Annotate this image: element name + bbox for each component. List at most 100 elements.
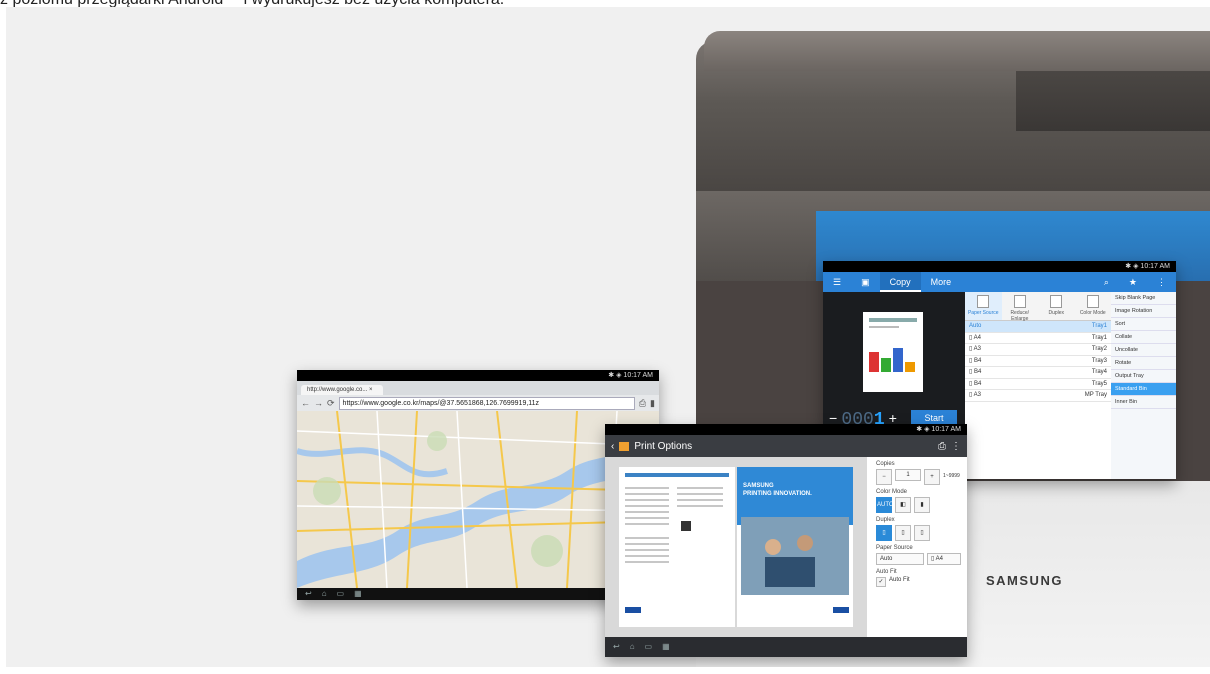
apps-grid-icon[interactable]: ▦ (354, 589, 362, 599)
advanced-option[interactable]: Standard Bin (1111, 383, 1176, 396)
print-options-tablet: ✱ ◈ 10:17 AM ‹ Print Options ⎙ ⋮ SAMSUNG… (605, 424, 967, 657)
advanced-option[interactable]: Rotate (1111, 357, 1176, 370)
auto-fit-label: Auto Fit (876, 569, 897, 575)
copy-option-3[interactable]: Color Mode (1075, 292, 1112, 320)
forward-icon[interactable]: → (314, 398, 323, 408)
back-nav-icon[interactable]: ↩ (613, 642, 620, 652)
duplex-options: ▯ ▯ ▯ (876, 525, 961, 541)
apps-grid-icon[interactable]: ▦ (662, 642, 670, 652)
copy-options-panel: Paper Source Reduce/ Enlarge Duplex Color M… (965, 292, 1111, 479)
paper-tray: Tray3 (1091, 357, 1107, 364)
status-bar: ✱ ◈ 10:17 AM (823, 261, 1176, 272)
paper-source-label: Paper Source (876, 545, 913, 551)
recent-apps-icon[interactable]: ▭ (645, 642, 653, 652)
svg-text:PRINTING INNOVATION.: PRINTING INNOVATION. (743, 491, 812, 497)
paper-size: ▯ B4 (969, 369, 982, 375)
print-options-header: ‹ Print Options ⎙ ⋮ (605, 435, 967, 457)
overflow-menu-icon[interactable]: ⋮ (951, 441, 961, 452)
copy-option-0[interactable]: Paper Source (965, 292, 1002, 320)
option-icon (1086, 295, 1099, 308)
auto-fit-checkbox[interactable]: ✓ (876, 577, 886, 587)
paper-row[interactable]: ▯ B4 Tray4 (965, 367, 1111, 379)
paper-row[interactable]: ▯ A3 Tray2 (965, 344, 1111, 356)
duplex-label: Duplex (876, 517, 895, 523)
brand-logo: SAMSUNG (986, 573, 1063, 588)
advanced-option[interactable]: Image Rotation (1111, 305, 1176, 318)
paper-size: ▯ A3 (969, 392, 981, 398)
paper-source-select[interactable]: Auto (876, 553, 924, 565)
duplex-short-edge-button[interactable]: ▯ (914, 525, 930, 541)
option-label: Paper Source (967, 310, 999, 316)
copy-option-1[interactable]: Reduce/ Enlarge (1002, 292, 1039, 322)
option-icons: Paper Source Reduce/ Enlarge Duplex Color M… (965, 292, 1112, 322)
paper-row[interactable]: Auto Tray1 (965, 321, 1111, 333)
copies-stepper: − 1 + 1~9999 (876, 469, 961, 485)
option-icon (1013, 295, 1026, 308)
paper-size: ▯ A3 (969, 346, 981, 352)
browser-toolbar: ← → ⟳ https://www.google.co.kr/maps/@37.… (297, 395, 659, 411)
url-field[interactable]: https://www.google.co.kr/maps/@37.565186… (338, 396, 635, 410)
paper-size: ▯ B4 (969, 357, 982, 364)
color-mode-auto-button[interactable]: AUTO (876, 497, 894, 513)
paper-source-list: Auto Tray1 ▯ A4 Tray1 ▯ A3 Tray2 ▯ B4 Tray3 ▯ B4… (965, 321, 1111, 402)
option-icon (1050, 295, 1063, 308)
status-time: 10:17 AM (623, 372, 653, 379)
tab-more[interactable]: More (921, 272, 962, 292)
advanced-option[interactable]: Sort (1111, 318, 1176, 331)
duplex-off-button[interactable]: ▯ (876, 525, 892, 541)
color-mode-label: Color Mode (876, 489, 908, 495)
document-thumbnail[interactable] (863, 312, 923, 392)
status-bar: ✱ ◈ 10:17 AM (605, 424, 967, 435)
paper-size: ▯ A4 (969, 334, 981, 341)
color-mode-color-button[interactable]: ◧ (895, 497, 911, 513)
paper-size: Auto (969, 323, 982, 329)
copies-input[interactable]: 1 (895, 469, 921, 481)
advanced-option[interactable]: Output Tray (1111, 370, 1176, 383)
bookmark-icon[interactable]: ▮ (650, 398, 655, 409)
refresh-icon[interactable]: ⟳ (327, 398, 335, 409)
duplex-long-edge-button[interactable]: ▯ (895, 525, 911, 541)
paper-tray: Tray1 (1091, 334, 1107, 341)
paper-size-select[interactable]: ▯ A4 (927, 553, 961, 565)
search-icon[interactable]: ⌕ (1094, 272, 1119, 292)
copy-option-2[interactable]: Duplex (1038, 292, 1075, 320)
menu-icon[interactable]: ☰ (823, 272, 851, 292)
advanced-option[interactable]: Collate (1111, 331, 1176, 344)
status-bar: ✱ ◈ 10:17 AM (297, 370, 659, 381)
app-icon: ▣ (861, 277, 870, 287)
paper-tray: Tray5 (1091, 380, 1107, 387)
advanced-option[interactable]: Uncollate (1111, 344, 1176, 357)
option-label: Reduce/ Enlarge (1010, 310, 1030, 322)
recent-apps-icon[interactable]: ▭ (337, 589, 345, 599)
paper-row[interactable]: ▯ B4 Tray5 (965, 379, 1111, 390)
paper-row[interactable]: ▯ A3 MP Tray (965, 390, 1111, 402)
back-icon[interactable]: ‹ (611, 441, 614, 452)
color-mode-mono-button[interactable]: ▮ (914, 497, 930, 513)
copies-decrement-button[interactable]: − (876, 469, 892, 485)
overflow-menu-icon[interactable]: ⋮ (1147, 272, 1176, 292)
paper-row[interactable]: ▯ B4 Tray3 (965, 356, 1111, 367)
paper-tray: Tray2 (1091, 346, 1107, 352)
printer-icon[interactable]: ⎙ (938, 441, 946, 452)
home-nav-icon[interactable]: ⌂ (630, 642, 635, 652)
copies-increment-button[interactable]: + (924, 469, 940, 485)
option-icon (977, 295, 990, 308)
copy-advanced-panel: Skip Blank Page Image Rotation Sort Collate… (1111, 292, 1176, 479)
product-scene: SAMSUNG ✱ ◈ 10:17 AM http://www.google.c… (6, 7, 1210, 667)
tab-copy[interactable]: Copy (879, 272, 921, 292)
advanced-option[interactable]: Inner Bin (1111, 396, 1176, 409)
print-icon[interactable]: ⎙ (639, 398, 646, 409)
print-options-title: Print Options (634, 440, 693, 452)
paper-size: ▯ B4 (969, 380, 982, 387)
paper-row[interactable]: ▯ A4 Tray1 (965, 333, 1111, 344)
printer-lid (704, 31, 1210, 71)
copies-label: Copies (876, 461, 895, 467)
auto-fit-row: ✓ Auto Fit (876, 577, 961, 587)
home-nav-icon[interactable]: ⌂ (322, 589, 327, 599)
back-icon[interactable]: ← (301, 398, 310, 408)
advanced-option[interactable]: Skip Blank Page (1111, 292, 1176, 305)
browser-tab[interactable]: http://www.google.co... × (301, 385, 383, 395)
favorite-icon[interactable]: ★ (1119, 272, 1147, 292)
paper-tray: Tray1 (1091, 323, 1107, 329)
back-nav-icon[interactable]: ↩ (305, 589, 312, 599)
